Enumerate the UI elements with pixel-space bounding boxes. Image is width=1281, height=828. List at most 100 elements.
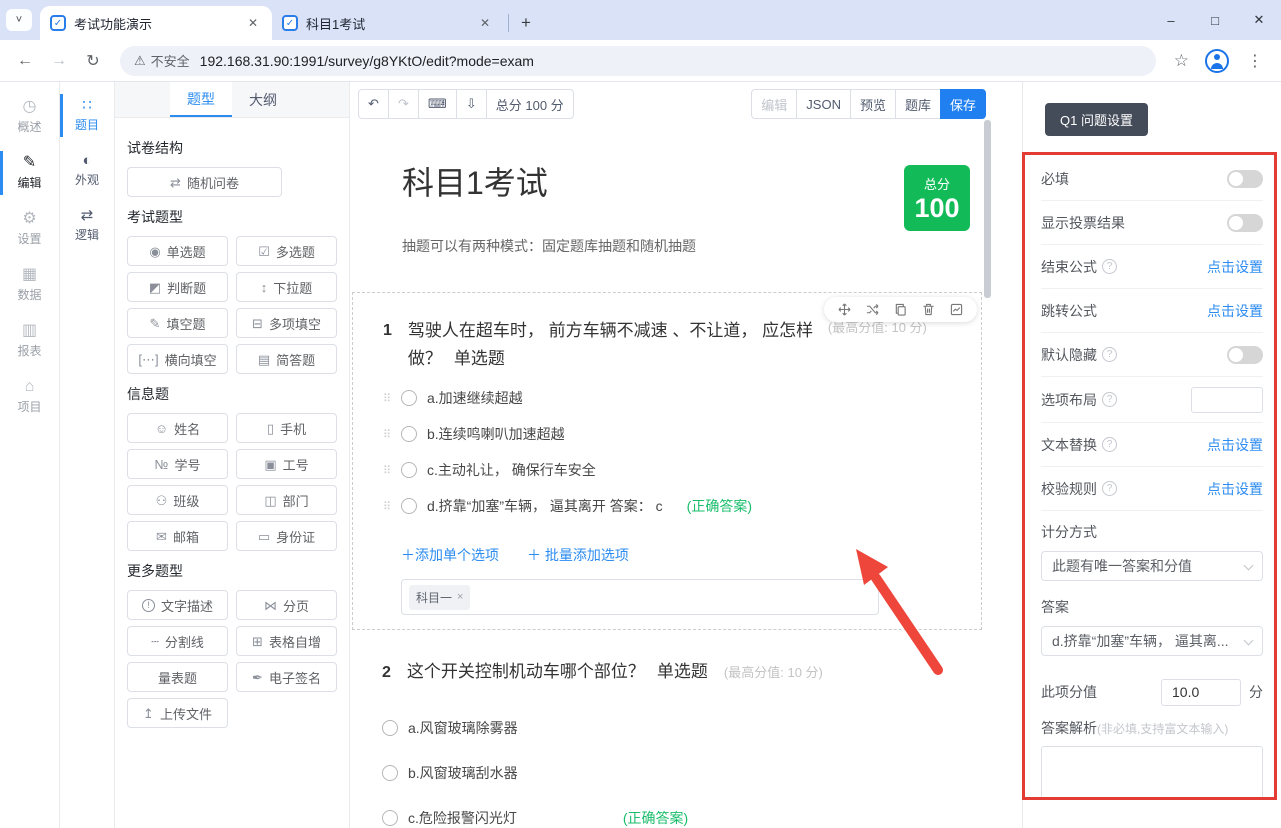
add-single-option-link[interactable]: ＋添加单个选项 xyxy=(401,545,499,565)
question-bank-button[interactable]: 题库 xyxy=(895,89,941,119)
radio-button[interactable] xyxy=(401,390,417,406)
add-name-button[interactable]: ☺姓名 xyxy=(127,413,228,443)
sidebar-item-settings[interactable]: ⚙设置 xyxy=(0,204,59,254)
tag-remove-icon[interactable]: × xyxy=(457,591,463,603)
option-text[interactable]: a.加速继续超越 xyxy=(427,388,523,408)
end-formula-set-link[interactable]: 点击设置 xyxy=(1207,257,1263,277)
sidebar-item-project[interactable]: ⌂项目 xyxy=(0,372,59,422)
radio-button[interactable] xyxy=(401,498,417,514)
save-button[interactable]: 保存 xyxy=(940,89,986,119)
drag-handle-icon[interactable]: ⠿ xyxy=(383,500,391,513)
question-title[interactable]: 这个开关控制机动车哪个部位？ xyxy=(407,662,645,681)
tag-input[interactable]: 科目一× xyxy=(401,579,879,615)
tab-question-types[interactable]: 题型 xyxy=(170,82,232,117)
redo-button[interactable]: ↷ xyxy=(388,89,419,119)
drag-handle-icon[interactable]: ⠿ xyxy=(383,392,391,405)
item-score-input[interactable] xyxy=(1161,679,1241,706)
sidebar-item-questions[interactable]: ∷题目 xyxy=(60,92,114,139)
add-judge-button[interactable]: ◩判断题 xyxy=(127,272,228,302)
add-short-answer-button[interactable]: ▤简答题 xyxy=(236,344,337,374)
add-single-choice-button[interactable]: ◉单选题 xyxy=(127,236,228,266)
shuffle-icon[interactable] xyxy=(866,303,879,316)
help-icon[interactable]: ? xyxy=(1102,481,1117,496)
keyboard-shortcuts-button[interactable]: ⌨ xyxy=(418,89,457,119)
option-text[interactable]: c.主动礼让， 确保行车安全 xyxy=(427,460,596,480)
add-phone-button[interactable]: ▯手机 xyxy=(236,413,337,443)
tab-outline[interactable]: 大纲 xyxy=(232,82,294,117)
add-signature-button[interactable]: ✒电子签名 xyxy=(236,662,337,692)
add-multi-choice-button[interactable]: ☑多选题 xyxy=(236,236,337,266)
json-button[interactable]: JSON xyxy=(796,89,851,119)
option-layout-input[interactable] xyxy=(1191,387,1263,413)
option-text[interactable]: d.挤靠“加塞”车辆， 逼其离开 答案： c xyxy=(427,496,663,516)
help-icon[interactable]: ? xyxy=(1102,437,1117,452)
radio-button[interactable] xyxy=(382,810,398,826)
delete-icon[interactable] xyxy=(922,303,935,316)
option-text[interactable]: c.危险报警闪光灯 xyxy=(408,808,517,828)
sidebar-item-report[interactable]: ▥报表 xyxy=(0,316,59,366)
add-dropdown-button[interactable]: ↕下拉题 xyxy=(236,272,337,302)
question-2-block[interactable]: 2 这个开关控制机动车哪个部位？单选题 (最高分值: 10 分) a.风窗玻璃除… xyxy=(352,658,982,828)
add-class-button[interactable]: ⚇班级 xyxy=(127,485,228,515)
sidebar-item-edit[interactable]: ✎编辑 xyxy=(0,148,59,198)
add-batch-options-link[interactable]: ＋ 批量添加选项 xyxy=(527,545,629,565)
add-page-break-button[interactable]: ⋈分页 xyxy=(236,590,337,620)
help-icon[interactable]: ? xyxy=(1102,259,1117,274)
scoring-mode-select[interactable]: 此题有唯一答案和分值 xyxy=(1041,551,1263,581)
undo-button[interactable]: ↶ xyxy=(358,89,389,119)
browser-menu-icon[interactable]: ⋮ xyxy=(1239,51,1271,71)
analysis-textarea[interactable] xyxy=(1041,746,1263,799)
question-1-block[interactable]: 1 驾驶人在超车时， 前方车辆不减速 、不让道， 应怎样做？单选题 (最高分值:… xyxy=(352,292,982,630)
tab-close-icon[interactable]: ✕ xyxy=(244,14,262,32)
add-upload-button[interactable]: ↥上传文件 xyxy=(127,698,228,728)
exam-title[interactable]: 科目1考试 xyxy=(402,160,932,206)
add-scale-button[interactable]: 量表题 xyxy=(127,662,228,692)
forward-button[interactable]: → xyxy=(44,46,74,76)
drag-handle-icon[interactable]: ⠿ xyxy=(383,464,391,477)
required-toggle[interactable] xyxy=(1227,170,1263,188)
default-hidden-toggle[interactable] xyxy=(1227,346,1263,364)
jump-formula-set-link[interactable]: 点击设置 xyxy=(1207,301,1263,321)
validate-set-link[interactable]: 点击设置 xyxy=(1207,479,1263,499)
add-fill-blank-button[interactable]: ✎填空题 xyxy=(127,308,228,338)
back-button[interactable]: ← xyxy=(10,46,40,76)
exam-description[interactable]: 抽题可以有两种模式：固定题库抽题和随机抽题 xyxy=(352,236,982,256)
option-text[interactable]: a.风窗玻璃除雾器 xyxy=(408,718,518,738)
reload-button[interactable]: ↻ xyxy=(78,46,108,76)
profile-avatar-icon[interactable] xyxy=(1205,49,1229,73)
add-table-grow-button[interactable]: ⊞表格自增 xyxy=(236,626,337,656)
add-divider-button[interactable]: ┄分割线 xyxy=(127,626,228,656)
option-text[interactable]: b.连续鸣喇叭加速超越 xyxy=(427,424,565,444)
add-student-id-button[interactable]: №学号 xyxy=(127,449,228,479)
bookmark-star-icon[interactable]: ☆ xyxy=(1168,51,1195,71)
option-text[interactable]: b.风窗玻璃刮水器 xyxy=(408,763,518,783)
minimize-button[interactable]: – xyxy=(1149,0,1193,40)
add-employee-id-button[interactable]: ▣工号 xyxy=(236,449,337,479)
move-icon[interactable] xyxy=(838,303,851,316)
editor-scrollbar-thumb[interactable] xyxy=(984,120,991,298)
radio-button[interactable] xyxy=(382,765,398,781)
show-vote-toggle[interactable] xyxy=(1227,214,1263,232)
save-to-bank-icon[interactable] xyxy=(950,303,963,316)
answer-select[interactable]: d.挤靠“加塞”车辆， 逼其离... xyxy=(1041,626,1263,656)
close-button[interactable]: ✕ xyxy=(1237,0,1281,40)
browser-tab-2[interactable]: ✓ 科目1考试 ✕ xyxy=(272,6,504,40)
maximize-button[interactable]: □ xyxy=(1193,0,1237,40)
add-multi-blank-button[interactable]: ⊟多项填空 xyxy=(236,308,337,338)
sidebar-item-data[interactable]: ▦数据 xyxy=(0,260,59,310)
help-icon[interactable]: ? xyxy=(1102,347,1117,362)
tab-search-button[interactable]: ˅ xyxy=(6,9,32,31)
tab-close-icon[interactable]: ✕ xyxy=(476,14,494,32)
random-survey-button[interactable]: ⇄随机问卷 xyxy=(127,167,282,197)
radio-button[interactable] xyxy=(382,720,398,736)
add-id-card-button[interactable]: ▭身份证 xyxy=(236,521,337,551)
browser-tab-1[interactable]: ✓ 考试功能演示 ✕ xyxy=(40,6,272,40)
edit-mode-button[interactable]: 编辑 xyxy=(751,89,797,119)
add-text-desc-button[interactable]: !文字描述 xyxy=(127,590,228,620)
address-bar[interactable]: ⚠不安全 192.168.31.90:1991/survey/g8YKtO/ed… xyxy=(120,46,1156,76)
add-horizontal-blank-button[interactable]: [⋯]横向填空 xyxy=(127,344,228,374)
preview-button[interactable]: 预览 xyxy=(850,89,896,119)
text-replace-set-link[interactable]: 点击设置 xyxy=(1207,435,1263,455)
add-department-button[interactable]: ◫部门 xyxy=(236,485,337,515)
sidebar-item-appearance[interactable]: ◐外观 xyxy=(60,147,114,194)
